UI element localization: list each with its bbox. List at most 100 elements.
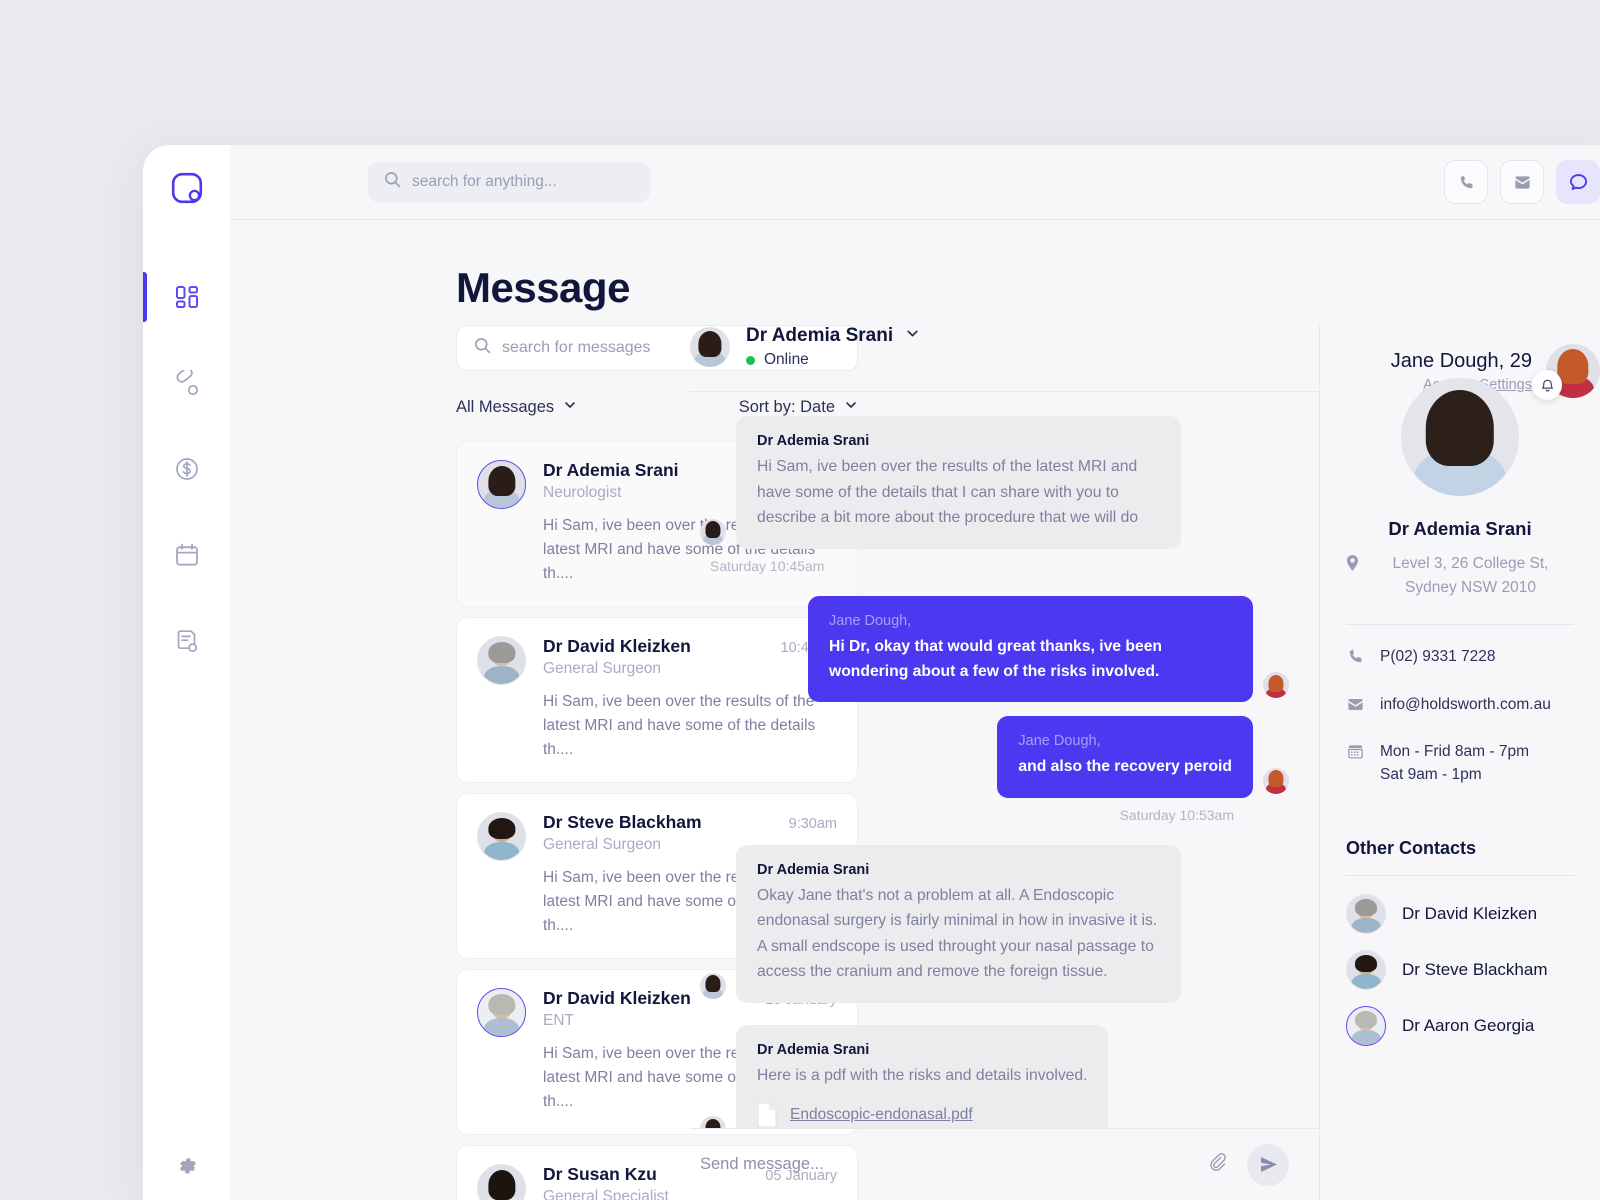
chevron-down-icon[interactable] xyxy=(905,325,920,347)
global-search-placeholder: search for anything... xyxy=(412,173,557,190)
contact-panel: Dr Ademia Srani Level 3, 26 College St, … xyxy=(1320,325,1600,1200)
list-item[interactable]: Dr Steve Blackham xyxy=(1346,950,1574,991)
chat-message-outgoing: Jane Dough, and also the recovery peroid xyxy=(700,716,1289,798)
message-text: Okay Jane that's not a problem at all. A… xyxy=(757,886,1158,981)
contact-name: Dr Ademia Srani xyxy=(1388,518,1532,540)
avatar xyxy=(1346,1006,1386,1047)
user-name: Jane Dough, 29 xyxy=(1390,349,1532,372)
status-badge: Online xyxy=(764,351,809,369)
divider xyxy=(1346,875,1574,877)
avatar xyxy=(700,1116,726,1129)
global-search-input[interactable]: search for anything... xyxy=(368,162,650,202)
avatar xyxy=(477,460,526,510)
other-contact-name: Dr David Kleizken xyxy=(1402,904,1538,924)
contact-phone: P(02) 9331 7228 xyxy=(1380,648,1496,666)
message-sender: Jane Dough, xyxy=(1018,733,1101,750)
search-icon xyxy=(474,337,491,359)
content-columns: search for messages All Messages Sort by… xyxy=(230,325,1600,1200)
chat-panel: Dr Ademia Srani Online Dr Ademia Srani H… xyxy=(660,325,1320,1200)
contact-email-row[interactable]: info@holdsworth.com.au xyxy=(1346,693,1574,721)
sidebar-nav xyxy=(143,254,230,684)
filter-label: All Messages xyxy=(456,398,555,417)
avatar xyxy=(477,812,526,862)
message-sender: Jane Dough, xyxy=(829,612,912,629)
filter-all-messages[interactable]: All Messages xyxy=(456,398,577,417)
message-list-panel: search for messages All Messages Sort by… xyxy=(230,325,858,1200)
phone-icon xyxy=(1346,647,1366,673)
page-title: Message xyxy=(456,264,630,311)
list-item[interactable]: Dr Aaron Georgia xyxy=(1346,1006,1574,1047)
avatar xyxy=(477,988,526,1038)
divider xyxy=(1346,624,1574,626)
sidebar-item-reports[interactable] xyxy=(143,598,230,684)
message-bubble: Dr Ademia Srani Hi Sam, ive been over th… xyxy=(736,416,1181,549)
message-composer: Send message... xyxy=(690,1128,1319,1200)
calendar-icon xyxy=(1346,742,1366,768)
brand-logo[interactable] xyxy=(171,172,203,209)
contact-details: P(02) 9331 7228 info@holdsworth.com.au M… xyxy=(1346,645,1574,786)
topbar-actions xyxy=(1444,160,1600,204)
send-button[interactable] xyxy=(1247,1143,1289,1186)
paperclip-icon[interactable] xyxy=(1206,1151,1229,1179)
avatar xyxy=(700,518,726,545)
bell-icon[interactable] xyxy=(1532,370,1562,400)
sidebar-item-billing[interactable] xyxy=(143,426,230,512)
attachment-name[interactable]: Endoscopic-endonasal.pdf xyxy=(790,1106,973,1124)
other-contacts-list: Dr David Kleizken Dr Steve Blackham Dr A… xyxy=(1346,894,1574,1047)
message-bubble: Jane Dough, and also the recovery peroid xyxy=(997,716,1253,798)
message-sender: Dr Ademia Srani xyxy=(757,1041,870,1058)
list-item-name: Dr Ademia Srani xyxy=(543,460,679,481)
contact-address-text: Level 3, 26 College St, Sydney NSW 2010 xyxy=(1392,555,1549,597)
list-item-name: Dr Susan Kzu xyxy=(543,1164,657,1185)
chat-message-incoming: Dr Ademia Srani Here is a pdf with the r… xyxy=(700,1024,1289,1129)
message-bubble: Jane Dough, Hi Dr, okay that would great… xyxy=(808,595,1253,703)
sidebar-item-medication[interactable] xyxy=(143,340,230,426)
sidebar-item-settings[interactable] xyxy=(143,1154,230,1178)
avatar xyxy=(690,327,730,368)
avatar xyxy=(1346,894,1386,935)
chevron-down-icon xyxy=(563,398,577,417)
message-search-placeholder: search for messages xyxy=(502,339,651,357)
other-contacts-title: Other Contacts xyxy=(1346,838,1477,859)
other-contact-name: Dr Steve Blackham xyxy=(1402,960,1548,980)
map-pin-icon xyxy=(1346,555,1359,600)
message-timestamp: Saturday 10:45am xyxy=(710,557,825,574)
chat-message-incoming: Dr Ademia Srani Hi Sam, ive been over th… xyxy=(700,416,1289,549)
sidebar-item-dashboard[interactable] xyxy=(143,254,230,340)
chat-messages[interactable]: Dr Ademia Srani Hi Sam, ive been over th… xyxy=(690,391,1319,1129)
status-dot xyxy=(746,355,755,365)
message-timestamp: Saturday 10:53am xyxy=(1119,806,1234,823)
file-icon xyxy=(757,1102,777,1128)
message-text: Hi Sam, ive been over the results of the… xyxy=(757,458,1139,527)
contact-address: Level 3, 26 College St, Sydney NSW 2010 xyxy=(1346,552,1574,600)
avatar xyxy=(477,636,526,686)
chat-button[interactable] xyxy=(1556,160,1600,204)
contact-phone-row[interactable]: P(02) 9331 7228 xyxy=(1346,645,1574,673)
topbar: search for anything... xyxy=(230,145,1600,220)
contact-hours: Mon - Frid 8am - 7pm Sat 9am - 1pm xyxy=(1380,742,1530,784)
chat-message-outgoing: Jane Dough, Hi Dr, okay that would great… xyxy=(700,595,1289,703)
search-icon xyxy=(384,171,401,193)
contact-avatar xyxy=(1401,378,1519,497)
avatar xyxy=(477,1164,526,1200)
message-bubble: Dr Ademia Srani Here is a pdf with the r… xyxy=(736,1024,1109,1129)
message-sender: Dr Ademia Srani xyxy=(757,433,870,450)
envelope-icon xyxy=(1346,695,1366,721)
contact-hours-row: Mon - Frid 8am - 7pm Sat 9am - 1pm xyxy=(1346,740,1574,787)
list-item[interactable]: Dr David Kleizken xyxy=(1346,894,1574,935)
mail-button[interactable] xyxy=(1500,160,1544,204)
avatar xyxy=(1263,767,1289,794)
contact-email: info@holdsworth.com.au xyxy=(1380,695,1551,713)
message-input[interactable]: Send message... xyxy=(700,1155,1188,1174)
other-contact-name: Dr Aaron Georgia xyxy=(1402,1016,1535,1036)
main-area: search for anything... Message Jane Doug… xyxy=(230,145,1600,1200)
message-text: and also the recovery peroid xyxy=(1018,758,1232,776)
message-attachment[interactable]: Endoscopic-endonasal.pdf xyxy=(757,1102,1087,1128)
message-bubble: Dr Ademia Srani Okay Jane that's not a p… xyxy=(736,844,1181,1003)
chat-message-incoming: Dr Ademia Srani Okay Jane that's not a p… xyxy=(700,844,1289,1003)
call-button[interactable] xyxy=(1444,160,1488,204)
sidebar-rail xyxy=(143,145,230,1200)
avatar xyxy=(1346,950,1386,991)
page-header: Message Jane Dough, 29 Account Settings xyxy=(230,220,1600,400)
sidebar-item-calendar[interactable] xyxy=(143,512,230,598)
